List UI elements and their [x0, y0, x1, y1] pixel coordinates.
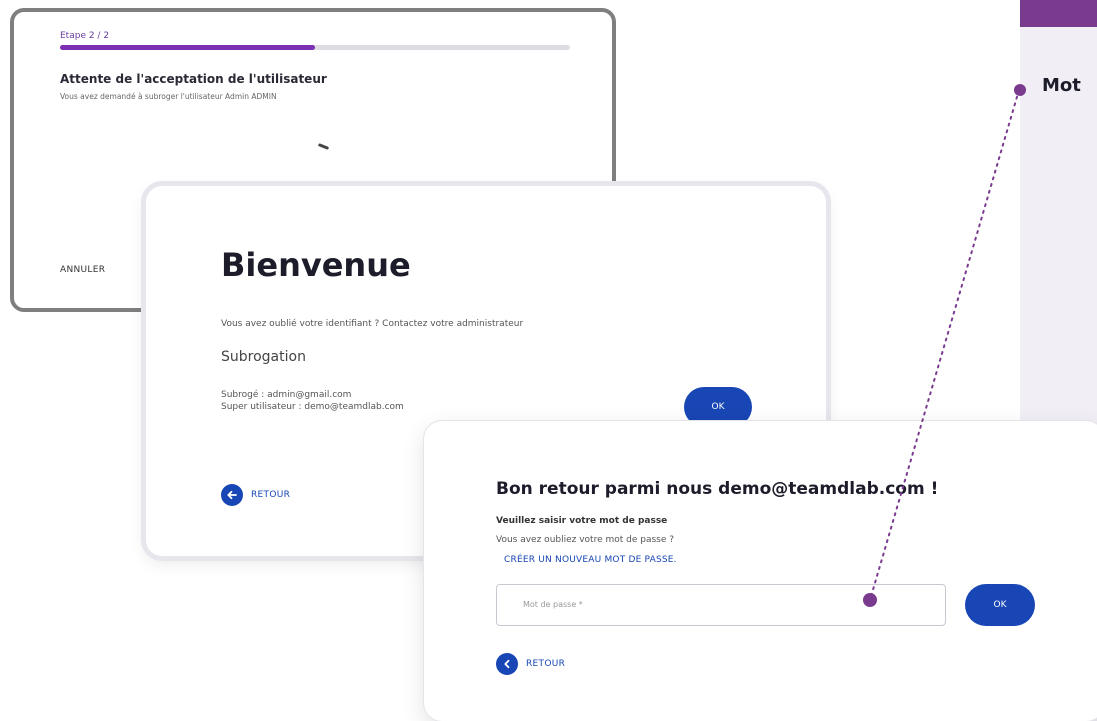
progress-bar-fill	[60, 45, 315, 50]
back-button[interactable]: RETOUR	[221, 484, 290, 506]
annotation-marker-bottom	[863, 593, 877, 607]
step-indicator: Etape 2 / 2	[60, 31, 110, 41]
password-ok-button[interactable]: OK	[965, 584, 1035, 626]
side-panel-label: Mot	[1042, 75, 1081, 96]
waiting-subtitle: Vous avez demandé à subroger l'utilisate…	[60, 92, 277, 101]
password-card-heading: Bon retour parmi nous demo@teamdlab.com …	[496, 479, 939, 499]
password-back-label: RETOUR	[526, 659, 566, 669]
subrogated-user-line: Subrogé : admin@gmail.com	[221, 390, 352, 400]
cancel-button[interactable]: ANNULER	[60, 265, 105, 275]
forgot-password-text: Vous avez oubliez votre mot de passe ?	[496, 535, 675, 545]
waiting-title: Attente de l'acceptation de l'utilisateu…	[60, 72, 327, 86]
loading-spinner-icon	[317, 143, 330, 150]
progress-bar	[60, 45, 570, 50]
super-user-line: Super utilisateur : demo@teamdlab.com	[221, 402, 404, 412]
create-password-link[interactable]: CRÉER UN NOUVEAU MOT DE PASSE.	[504, 555, 677, 565]
forgot-identifier-text: Vous avez oublié votre identifiant ? Con…	[221, 319, 524, 329]
chevron-left-icon	[496, 653, 518, 675]
annotation-marker-top	[1014, 84, 1026, 96]
arrow-left-icon	[221, 484, 243, 506]
welcome-heading: Bienvenue	[221, 246, 411, 284]
password-card: Bon retour parmi nous demo@teamdlab.com …	[424, 421, 1097, 721]
password-back-button[interactable]: RETOUR	[496, 653, 565, 675]
back-button-label: RETOUR	[251, 490, 291, 500]
subrogation-section-title: Subrogation	[221, 349, 306, 365]
side-panel-accent-bar	[1020, 0, 1097, 27]
password-input[interactable]: Mot de passe *	[496, 584, 946, 626]
password-prompt-label: Veuillez saisir votre mot de passe	[496, 516, 668, 526]
